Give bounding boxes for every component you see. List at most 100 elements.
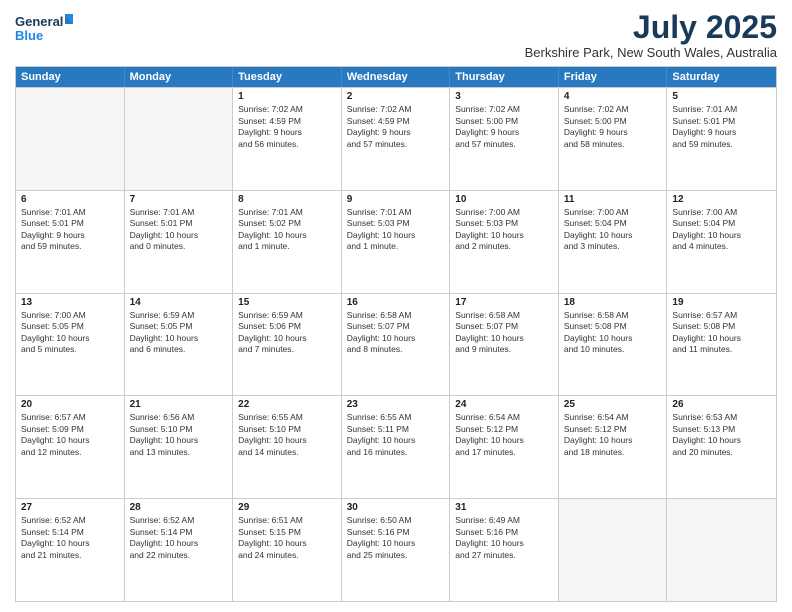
- daylight-line2: and 1 minute.: [347, 241, 445, 252]
- sunset-line: Sunset: 5:01 PM: [672, 116, 771, 127]
- sunset-line: Sunset: 5:16 PM: [347, 527, 445, 538]
- sunrise-line: Sunrise: 6:55 AM: [238, 412, 336, 423]
- sunrise-line: Sunrise: 7:02 AM: [564, 104, 662, 115]
- sunset-line: Sunset: 5:06 PM: [238, 321, 336, 332]
- sunset-line: Sunset: 5:08 PM: [564, 321, 662, 332]
- sunrise-line: Sunrise: 6:51 AM: [238, 515, 336, 526]
- daylight-line2: and 13 minutes.: [130, 447, 228, 458]
- sunrise-line: Sunrise: 6:57 AM: [672, 310, 771, 321]
- col-headers: Sunday Monday Tuesday Wednesday Thursday…: [16, 67, 776, 87]
- cal-cell: 28 Sunrise: 6:52 AM Sunset: 5:14 PM Dayl…: [125, 499, 234, 601]
- sunrise-line: Sunrise: 6:57 AM: [21, 412, 119, 423]
- page: General Blue July 2025 Berkshire Park, N…: [0, 0, 792, 612]
- day-number: 21: [130, 399, 228, 410]
- daylight-line1: Daylight: 10 hours: [564, 230, 662, 241]
- day-number: 23: [347, 399, 445, 410]
- cal-cell: 5 Sunrise: 7:01 AM Sunset: 5:01 PM Dayli…: [667, 88, 776, 190]
- daylight-line1: Daylight: 10 hours: [672, 435, 771, 446]
- day-number: 3: [455, 91, 553, 102]
- sunset-line: Sunset: 5:07 PM: [455, 321, 553, 332]
- cal-cell: 19 Sunrise: 6:57 AM Sunset: 5:08 PM Dayl…: [667, 294, 776, 396]
- daylight-line2: and 20 minutes.: [672, 447, 771, 458]
- sunrise-line: Sunrise: 7:01 AM: [347, 207, 445, 218]
- sunset-line: Sunset: 5:03 PM: [455, 218, 553, 229]
- daylight-line2: and 21 minutes.: [21, 550, 119, 561]
- sunset-line: Sunset: 5:01 PM: [21, 218, 119, 229]
- cal-cell: 11 Sunrise: 7:00 AM Sunset: 5:04 PM Dayl…: [559, 191, 668, 293]
- daylight-line2: and 16 minutes.: [347, 447, 445, 458]
- cal-cell: 22 Sunrise: 6:55 AM Sunset: 5:10 PM Dayl…: [233, 396, 342, 498]
- sunset-line: Sunset: 5:12 PM: [455, 424, 553, 435]
- cal-cell: [125, 88, 234, 190]
- cal-row: 27 Sunrise: 6:52 AM Sunset: 5:14 PM Dayl…: [16, 498, 776, 601]
- day-number: 12: [672, 194, 771, 205]
- cal-cell: 25 Sunrise: 6:54 AM Sunset: 5:12 PM Dayl…: [559, 396, 668, 498]
- sunrise-line: Sunrise: 6:59 AM: [130, 310, 228, 321]
- daylight-line2: and 59 minutes.: [21, 241, 119, 252]
- day-number: 29: [238, 502, 336, 513]
- title-block: July 2025 Berkshire Park, New South Wale…: [525, 10, 777, 60]
- sunrise-line: Sunrise: 7:01 AM: [130, 207, 228, 218]
- cal-cell: 12 Sunrise: 7:00 AM Sunset: 5:04 PM Dayl…: [667, 191, 776, 293]
- daylight-line2: and 56 minutes.: [238, 139, 336, 150]
- cal-cell: 24 Sunrise: 6:54 AM Sunset: 5:12 PM Dayl…: [450, 396, 559, 498]
- calendar: Sunday Monday Tuesday Wednesday Thursday…: [15, 66, 777, 602]
- day-number: 1: [238, 91, 336, 102]
- sunrise-line: Sunrise: 7:00 AM: [564, 207, 662, 218]
- daylight-line1: Daylight: 10 hours: [455, 538, 553, 549]
- day-number: 27: [21, 502, 119, 513]
- sunrise-line: Sunrise: 7:01 AM: [238, 207, 336, 218]
- sunrise-line: Sunrise: 6:52 AM: [130, 515, 228, 526]
- daylight-line2: and 27 minutes.: [455, 550, 553, 561]
- sunrise-line: Sunrise: 6:58 AM: [347, 310, 445, 321]
- cal-cell: 16 Sunrise: 6:58 AM Sunset: 5:07 PM Dayl…: [342, 294, 451, 396]
- daylight-line1: Daylight: 10 hours: [347, 435, 445, 446]
- daylight-line1: Daylight: 9 hours: [21, 230, 119, 241]
- cal-cell: 30 Sunrise: 6:50 AM Sunset: 5:16 PM Dayl…: [342, 499, 451, 601]
- daylight-line1: Daylight: 10 hours: [238, 230, 336, 241]
- sunrise-line: Sunrise: 6:50 AM: [347, 515, 445, 526]
- daylight-line1: Daylight: 10 hours: [455, 230, 553, 241]
- sunrise-line: Sunrise: 7:00 AM: [21, 310, 119, 321]
- col-sunday: Sunday: [16, 67, 125, 87]
- cal-row: 1 Sunrise: 7:02 AM Sunset: 4:59 PM Dayli…: [16, 87, 776, 190]
- sunrise-line: Sunrise: 6:55 AM: [347, 412, 445, 423]
- daylight-line2: and 0 minutes.: [130, 241, 228, 252]
- cal-cell: [559, 499, 668, 601]
- sunset-line: Sunset: 5:11 PM: [347, 424, 445, 435]
- sunset-line: Sunset: 5:16 PM: [455, 527, 553, 538]
- sunset-line: Sunset: 5:03 PM: [347, 218, 445, 229]
- day-number: 19: [672, 297, 771, 308]
- cal-cell: [16, 88, 125, 190]
- cal-cell: 3 Sunrise: 7:02 AM Sunset: 5:00 PM Dayli…: [450, 88, 559, 190]
- col-wednesday: Wednesday: [342, 67, 451, 87]
- sunset-line: Sunset: 5:15 PM: [238, 527, 336, 538]
- day-number: 26: [672, 399, 771, 410]
- sunset-line: Sunset: 5:10 PM: [130, 424, 228, 435]
- daylight-line2: and 5 minutes.: [21, 344, 119, 355]
- svg-text:Blue: Blue: [15, 28, 43, 43]
- cal-cell: 29 Sunrise: 6:51 AM Sunset: 5:15 PM Dayl…: [233, 499, 342, 601]
- daylight-line2: and 18 minutes.: [564, 447, 662, 458]
- daylight-line2: and 14 minutes.: [238, 447, 336, 458]
- sunrise-line: Sunrise: 6:49 AM: [455, 515, 553, 526]
- sunset-line: Sunset: 5:00 PM: [564, 116, 662, 127]
- daylight-line2: and 3 minutes.: [564, 241, 662, 252]
- sunrise-line: Sunrise: 7:02 AM: [238, 104, 336, 115]
- cal-cell: 7 Sunrise: 7:01 AM Sunset: 5:01 PM Dayli…: [125, 191, 234, 293]
- day-number: 30: [347, 502, 445, 513]
- cal-cell: 2 Sunrise: 7:02 AM Sunset: 4:59 PM Dayli…: [342, 88, 451, 190]
- daylight-line2: and 57 minutes.: [455, 139, 553, 150]
- header: General Blue July 2025 Berkshire Park, N…: [15, 10, 777, 60]
- day-number: 22: [238, 399, 336, 410]
- daylight-line2: and 22 minutes.: [130, 550, 228, 561]
- daylight-line1: Daylight: 9 hours: [455, 127, 553, 138]
- daylight-line2: and 11 minutes.: [672, 344, 771, 355]
- col-monday: Monday: [125, 67, 234, 87]
- daylight-line2: and 58 minutes.: [564, 139, 662, 150]
- subtitle: Berkshire Park, New South Wales, Austral…: [525, 45, 777, 60]
- svg-text:General: General: [15, 14, 63, 29]
- daylight-line2: and 10 minutes.: [564, 344, 662, 355]
- sunrise-line: Sunrise: 7:00 AM: [672, 207, 771, 218]
- day-number: 13: [21, 297, 119, 308]
